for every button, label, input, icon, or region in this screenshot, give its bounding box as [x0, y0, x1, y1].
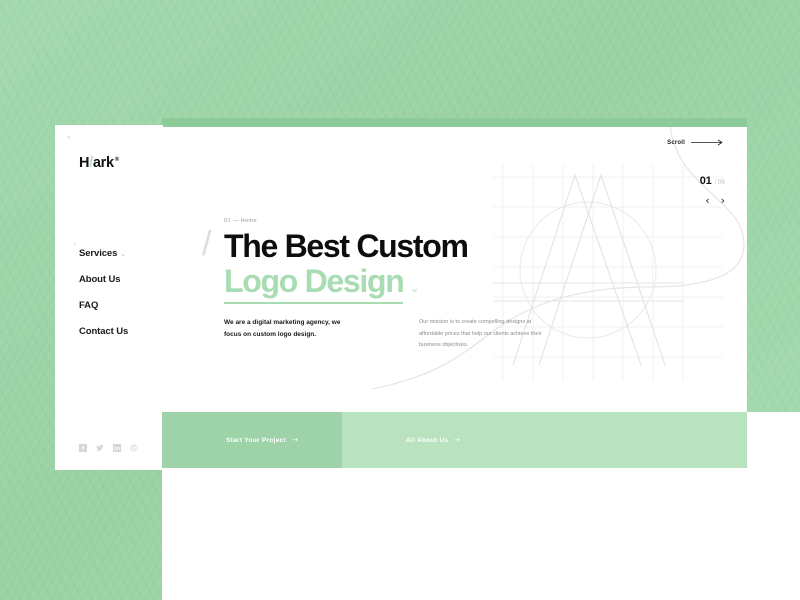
page-root: « H/ark® “ Services ⌄ About Us FAQ Contac…: [0, 0, 800, 600]
hero-copy-row: We are a digital marketing agency, we fo…: [224, 317, 544, 352]
green-accent-strip: [162, 118, 747, 127]
social-links: [79, 444, 138, 452]
arrow-right-icon: →: [292, 436, 298, 444]
all-about-us-button[interactable]: All About Us →: [342, 412, 747, 468]
slide-separator: /: [714, 177, 717, 186]
chevron-down-icon: ⌄: [120, 251, 127, 258]
cta-label: Start Your Project: [226, 436, 287, 444]
sidebar-item-label: Services: [79, 248, 118, 259]
brand-logo[interactable]: H/ark®: [79, 155, 119, 171]
sidebar: « H/ark® “ Services ⌄ About Us FAQ Contac…: [55, 125, 163, 470]
sidebar-item-contact-us[interactable]: Contact Us: [79, 326, 165, 337]
slide-next-button[interactable]: ›: [721, 195, 725, 206]
registered-mark-icon: ®: [114, 157, 119, 164]
page-title: The Best Custom Logo Design ⌄: [224, 228, 694, 304]
sidebar-corner-mark: «: [67, 135, 71, 141]
slide-prev-button[interactable]: ‹: [705, 195, 709, 206]
cta-label: All About Us: [406, 436, 449, 444]
sidebar-item-label: About Us: [79, 274, 121, 285]
start-your-project-button[interactable]: Start Your Project →: [162, 412, 342, 468]
sidebar-item-about-us[interactable]: About Us: [79, 274, 165, 285]
slide-counter: 01/06: [700, 175, 725, 187]
slide-arrow-group: ‹ ›: [700, 195, 725, 206]
cta-row: Start Your Project → All About Us →: [162, 412, 747, 468]
twitter-icon[interactable]: [96, 444, 104, 452]
dribbble-icon[interactable]: [130, 444, 138, 452]
linkedin-icon[interactable]: [113, 444, 121, 452]
hero-copy-primary: We are a digital marketing agency, we fo…: [224, 319, 341, 339]
scroll-label: Scroll: [667, 139, 685, 146]
logo-text-rest: ark: [92, 155, 114, 171]
slide-navigation: 01/06 ‹ ›: [700, 175, 725, 206]
hero-card: Scroll 01/06 ‹ › 01 — Home / The Best Cu…: [162, 127, 747, 412]
logo-text-first: H: [79, 155, 90, 171]
slide-current: 01: [699, 175, 712, 187]
chevron-down-icon[interactable]: ⌄: [409, 281, 419, 295]
arrow-right-icon: [691, 139, 723, 146]
sidebar-item-label: Contact Us: [79, 326, 129, 337]
hero-copy-secondary: Our mission is to create compelling desi…: [419, 319, 542, 349]
sidebar-item-label: FAQ: [79, 300, 99, 311]
sidebar-item-services[interactable]: Services ⌄: [79, 248, 165, 259]
page-eyebrow: 01 — Home: [224, 218, 257, 224]
slide-total: 06: [717, 179, 726, 186]
headline-line-2-wrap: Logo Design ⌄: [224, 263, 694, 304]
arrow-right-icon: →: [454, 436, 461, 444]
sidebar-nav: Services ⌄ About Us FAQ Contact Us: [79, 248, 165, 352]
headline-slash-mark: /: [202, 225, 212, 263]
quote-mark-icon: “: [74, 244, 76, 250]
headline-line-2: Logo Design: [224, 263, 405, 304]
facebook-icon[interactable]: [79, 444, 87, 452]
scroll-cue[interactable]: Scroll: [667, 139, 725, 146]
sidebar-item-faq[interactable]: FAQ: [79, 300, 165, 311]
headline-line-1: The Best Custom: [224, 228, 469, 264]
